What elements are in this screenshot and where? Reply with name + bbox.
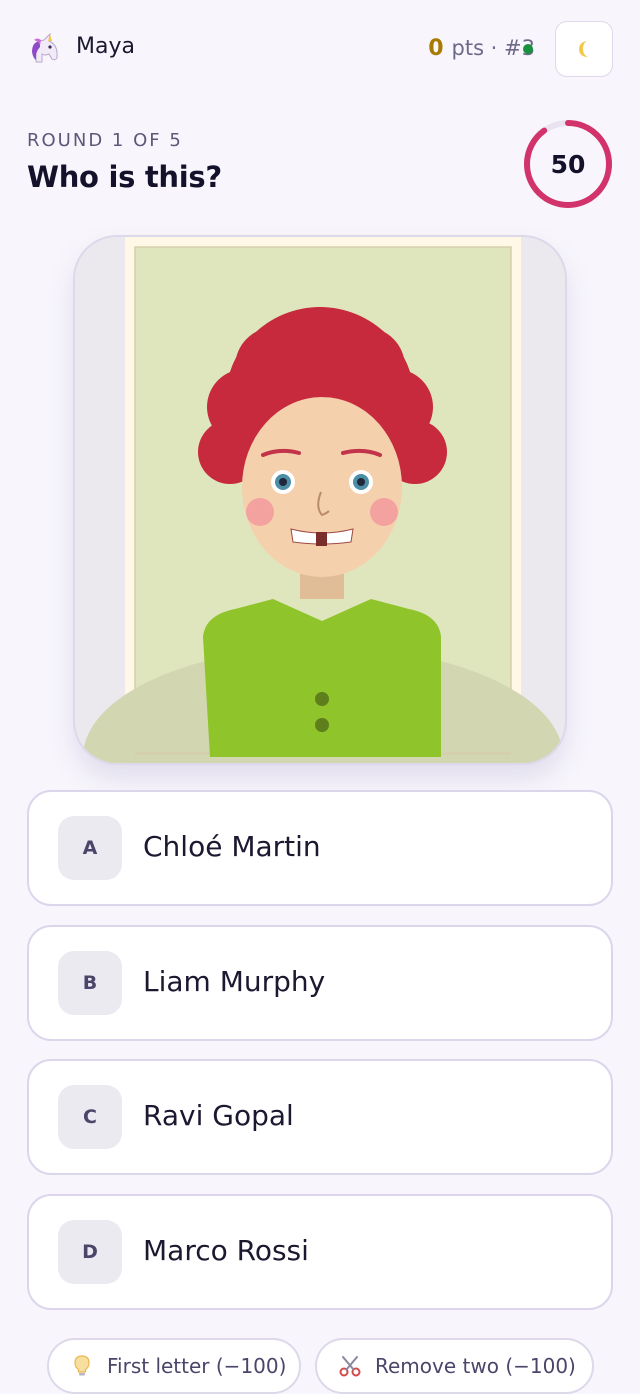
lightbulb-icon: [74, 1355, 90, 1376]
top-bar: Maya 0 pts · #3: [0, 0, 640, 100]
answer-label: Chloé Martin: [143, 830, 321, 863]
timer-value: 50: [550, 149, 586, 179]
scissors-icon: [339, 1356, 361, 1377]
unicorn-icon: [28, 32, 62, 66]
answer-letter-badge: D: [58, 1220, 122, 1284]
score-value: 0: [428, 36, 444, 61]
countdown-timer: 50: [522, 118, 614, 210]
answer-option-d[interactable]: D Marco Rossi: [27, 1194, 613, 1310]
score-display: 0 pts · #3: [428, 36, 535, 61]
answer-letter-badge: B: [58, 951, 122, 1015]
first-letter-hint-button[interactable]: First letter (−100): [47, 1338, 301, 1394]
answer-label: Ravi Gopal: [143, 1099, 294, 1132]
powerup-label: First letter (−100): [107, 1354, 287, 1378]
answer-letter-badge: A: [58, 816, 122, 880]
portrait-card: [73, 235, 567, 765]
online-status-dot: [523, 44, 533, 54]
portrait-illustration: [83, 237, 563, 763]
answer-option-b[interactable]: B Liam Murphy: [27, 925, 613, 1041]
moon-icon: [579, 41, 588, 57]
remove-two-button[interactable]: Remove two (−100): [315, 1338, 594, 1394]
powerup-label: Remove two (−100): [375, 1354, 576, 1378]
question-title: Who is this?: [27, 160, 222, 194]
answer-letter-badge: C: [58, 1085, 122, 1149]
theme-toggle-button[interactable]: [555, 21, 613, 77]
answer-option-a[interactable]: A Chloé Martin: [27, 790, 613, 906]
round-counter: ROUND 1 OF 5: [27, 130, 183, 151]
answer-label: Liam Murphy: [143, 965, 326, 998]
answer-option-c[interactable]: C Ravi Gopal: [27, 1059, 613, 1175]
username: Maya: [76, 34, 135, 59]
answer-label: Marco Rossi: [143, 1234, 309, 1267]
